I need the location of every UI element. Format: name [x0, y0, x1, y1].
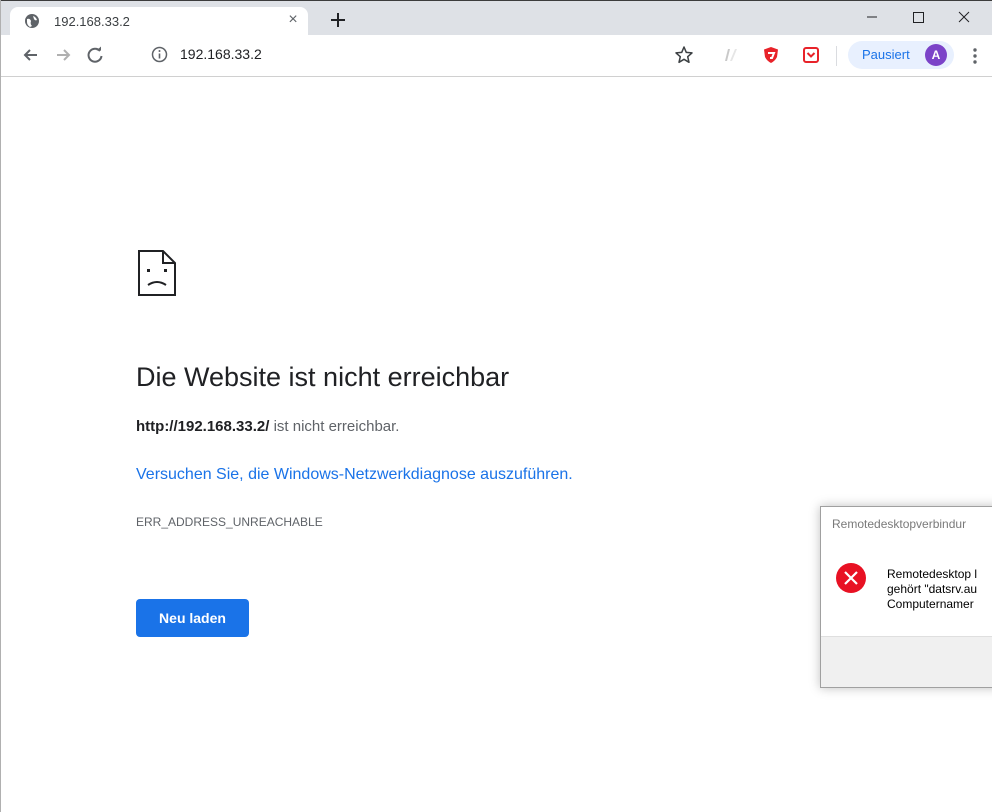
dialog-message-line: Remotedesktop l [887, 567, 978, 581]
toolbar-divider [836, 46, 837, 66]
sad-page-icon [138, 250, 176, 296]
error-code: ERR_ADDRESS_UNREACHABLE [136, 515, 323, 529]
arrow-right-icon[interactable] [53, 45, 73, 65]
tab-title: 192.168.33.2 [54, 14, 130, 29]
profile-button[interactable]: Pausiert A [848, 41, 954, 69]
pocket-extension-icon[interactable] [801, 45, 821, 65]
kebab-menu-icon[interactable] [967, 46, 983, 66]
arrow-left-icon[interactable] [21, 45, 41, 65]
tab-close-icon[interactable]: × [283, 10, 303, 30]
error-heading: Die Website ist nicht erreichbar [136, 362, 510, 392]
shield-extension-icon[interactable] [761, 45, 781, 65]
error-description: http://192.168.33.2/ ist nicht erreichba… [136, 418, 399, 435]
profile-status-label: Pausiert [862, 47, 910, 62]
globe-icon [25, 14, 39, 28]
browser-tab[interactable]: 192.168.33.2 × [10, 7, 308, 36]
minimize-icon[interactable] [849, 1, 895, 35]
dialog-message-line: gehört "datsrv.au [887, 582, 978, 596]
plus-icon[interactable] [327, 9, 349, 31]
error-x-icon [836, 563, 866, 593]
maximize-icon[interactable] [895, 1, 941, 35]
window-left-border [0, 0, 1, 812]
close-icon[interactable] [941, 1, 987, 35]
dialog-message: Remotedesktop l gehört "datsrv.au Comput… [887, 567, 977, 612]
dialog-message-line: Computernamer [887, 597, 974, 611]
error-url: http://192.168.33.2/ [136, 418, 270, 435]
star-icon[interactable] [674, 45, 694, 65]
dialog-title: Remotedesktopverbindur [832, 517, 967, 531]
browser-toolbar: 192.168.33.2 Pausiert A [1, 35, 992, 77]
network-diagnostics-link[interactable]: Versuchen Sie, die Windows-Netzwerkdiagn… [136, 466, 573, 484]
remote-desktop-dialog[interactable]: Remotedesktopverbindur Remotedesktop l g… [820, 506, 992, 688]
reload-button[interactable]: Neu laden [136, 599, 249, 637]
reload-icon[interactable] [85, 45, 105, 65]
extension-icon[interactable] [721, 45, 741, 65]
error-description-suffix: ist nicht erreichbar. [269, 418, 400, 435]
address-bar[interactable]: 192.168.33.2 [180, 46, 262, 62]
info-icon[interactable] [151, 46, 168, 63]
avatar: A [925, 44, 947, 66]
dialog-footer [821, 636, 992, 687]
tab-strip: 192.168.33.2 × [1, 1, 992, 36]
